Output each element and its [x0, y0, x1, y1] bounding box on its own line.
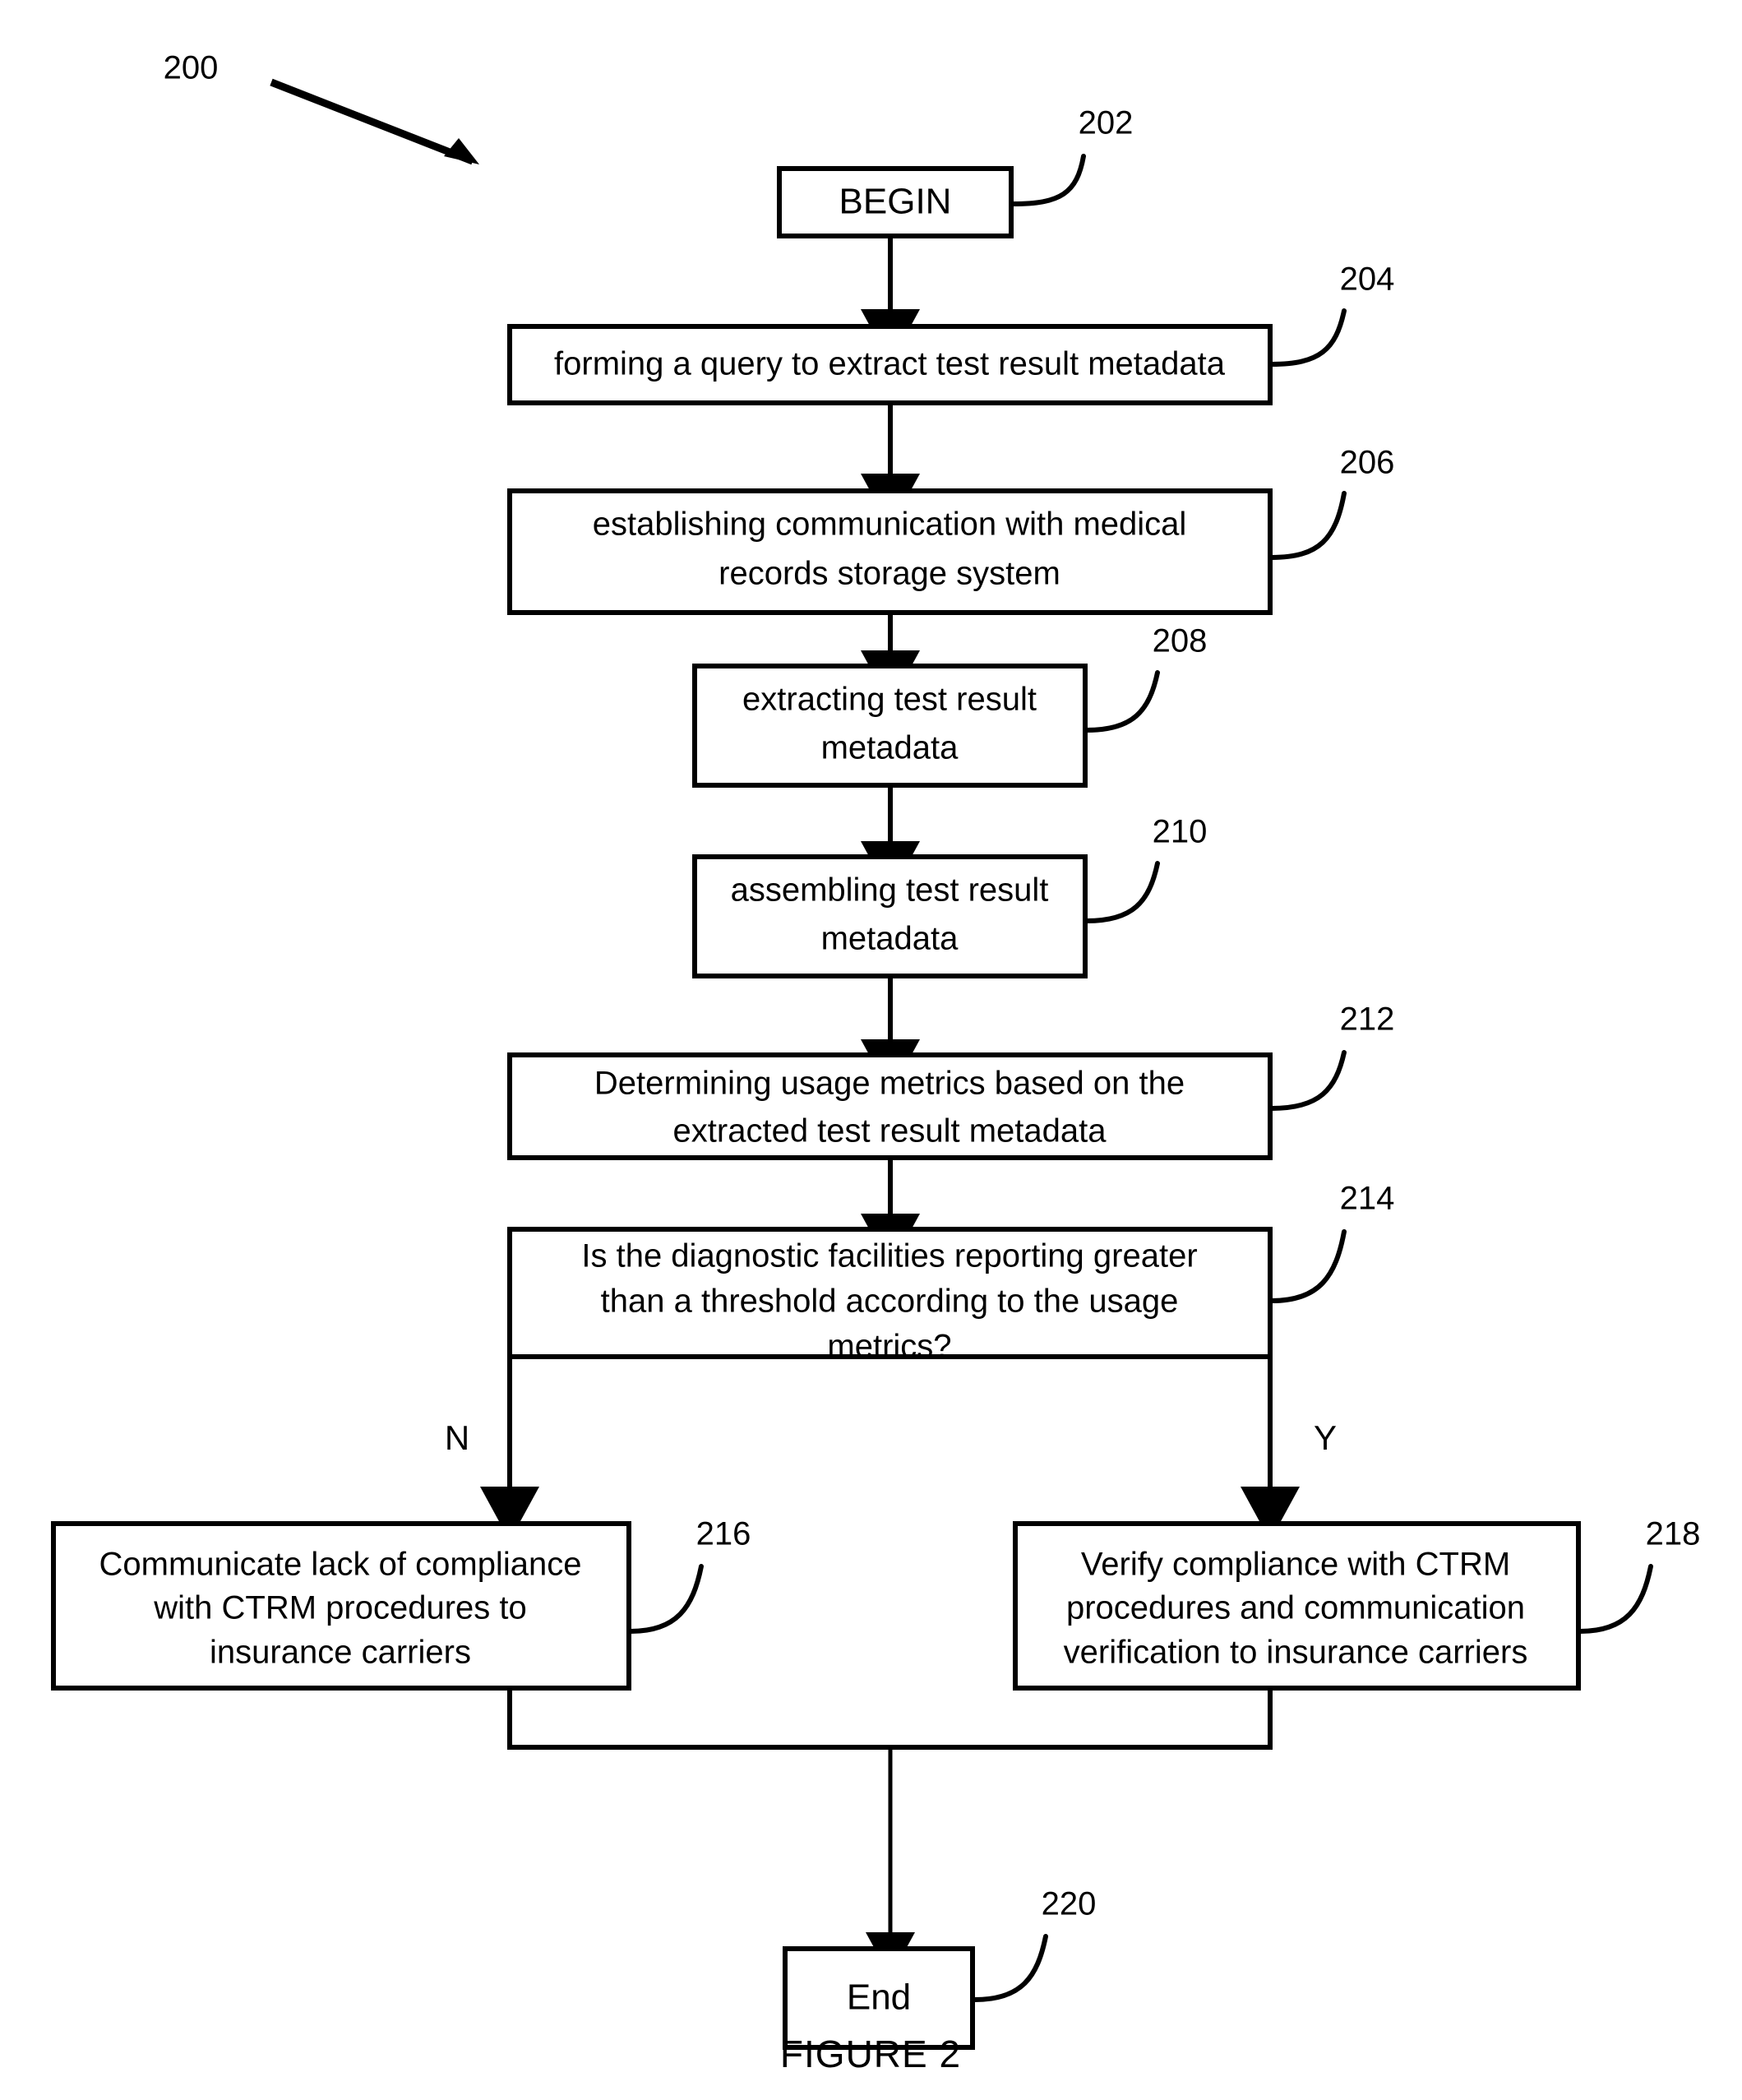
node-decision-threshold: Is the diagnostic facilities reporting g…	[507, 1181, 1395, 1365]
decision-threshold-line1: Is the diagnostic facilities reporting g…	[581, 1238, 1197, 1274]
communicate-lack-line3: insurance carriers	[210, 1635, 471, 1671]
determine-usage-ref-leader	[1269, 1050, 1347, 1111]
communicate-lack-line1: Communicate lack of compliance	[99, 1547, 582, 1583]
node-verify-compliance: Verify compliance with CTRM procedures a…	[1013, 1516, 1701, 1691]
form-query-ref-leader	[1269, 308, 1347, 367]
figure-caption: FIGURE 2	[780, 2033, 961, 2075]
extract-metadata-line2: metadata	[821, 730, 959, 766]
verify-compliance-line2: procedures and communication	[1066, 1590, 1525, 1626]
begin-ref-number: 202	[1079, 105, 1134, 141]
decision-threshold-ref-leader	[1269, 1229, 1347, 1303]
form-query-ref-number: 204	[1340, 261, 1395, 298]
establish-comm-ref-number: 206	[1340, 445, 1395, 481]
node-end: End 220	[783, 1886, 1097, 2050]
assemble-metadata-ref-leader	[1084, 861, 1160, 923]
node-establish-comm: establishing communication with medical …	[507, 445, 1395, 615]
node-communicate-lack: Communicate lack of compliance with CTRM…	[51, 1516, 751, 1691]
node-assemble-metadata: assembling test result metadata 210	[692, 814, 1208, 978]
end-ref-number: 220	[1042, 1886, 1097, 1922]
node-determine-usage: Determining usage metrics based on the e…	[507, 1001, 1395, 1160]
verify-compliance-ref-number: 218	[1646, 1516, 1701, 1552]
verify-compliance-line1: Verify compliance with CTRM	[1081, 1547, 1510, 1583]
end-label: End	[847, 1977, 911, 2018]
branch-yes-label: Y	[1314, 1418, 1337, 1457]
node-extract-metadata: extracting test result metadata 208	[692, 623, 1208, 788]
decision-threshold-ref-number: 214	[1340, 1181, 1395, 1217]
node-begin: BEGIN 202	[777, 105, 1134, 238]
communicate-lack-ref-number: 216	[696, 1516, 751, 1552]
branch-no-label: N	[445, 1418, 469, 1457]
determine-usage-line1: Determining usage metrics based on the	[594, 1066, 1185, 1102]
assemble-metadata-line1: assembling test result	[731, 872, 1049, 909]
decision-threshold-line3: metrics?	[827, 1329, 951, 1365]
node-form-query: forming a query to extract test result m…	[507, 261, 1395, 405]
extract-metadata-ref-number: 208	[1153, 623, 1208, 659]
assemble-metadata-line2: metadata	[821, 921, 959, 957]
assemble-metadata-ref-number: 210	[1153, 814, 1208, 850]
diagram-ref-200-label: 200	[164, 50, 219, 86]
determine-usage-line2: extracted test result metadata	[673, 1113, 1107, 1149]
begin-ref-leader	[1010, 154, 1086, 206]
determine-usage-ref-number: 212	[1340, 1001, 1395, 1038]
diagram-ref-200-arrow-shaft	[270, 78, 474, 165]
extract-metadata-line1: extracting test result	[742, 682, 1037, 718]
diagram-ref-200-group: 200	[164, 50, 479, 165]
begin-label: BEGIN	[839, 182, 952, 222]
extract-metadata-ref-leader	[1084, 670, 1160, 733]
establish-comm-ref-leader	[1269, 491, 1347, 560]
communicate-lack-ref-leader	[628, 1564, 704, 1634]
end-ref-leader	[973, 1934, 1048, 2002]
form-query-line1: forming a query to extract test result m…	[554, 346, 1226, 382]
verify-compliance-line3: verification to insurance carriers	[1064, 1635, 1528, 1671]
establish-comm-line2: records storage system	[719, 556, 1060, 592]
communicate-lack-line2: with CTRM procedures to	[153, 1590, 526, 1626]
establish-comm-line1: establishing communication with medical	[593, 506, 1187, 543]
patent-figure-2: 200 BEGIN 202 forming a query to extract…	[0, 0, 1742, 2100]
flowchart-canvas: 200 BEGIN 202 forming a query to extract…	[51, 50, 1701, 2075]
verify-compliance-ref-leader	[1578, 1564, 1653, 1634]
decision-threshold-line2: than a threshold according to the usage	[601, 1284, 1179, 1320]
